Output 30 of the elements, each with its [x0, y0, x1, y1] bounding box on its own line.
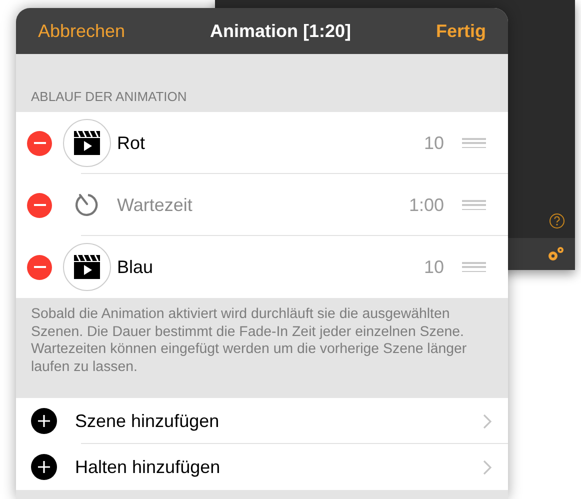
step-name: Rot — [117, 132, 146, 154]
clapperboard-icon — [73, 254, 101, 280]
clapperboard-icon — [73, 130, 101, 156]
add-row[interactable]: Halten hinzufügen — [16, 444, 508, 490]
delete-button[interactable] — [27, 130, 52, 156]
done-button[interactable]: Fertig — [436, 20, 486, 42]
row-label: Szene hinzufügen — [75, 410, 220, 432]
gears-icon[interactable] — [547, 246, 565, 262]
chevron-right-icon — [483, 414, 492, 428]
chevron-right-icon — [483, 460, 492, 474]
reorder-handle[interactable] — [462, 262, 486, 272]
add-row[interactable]: Szene hinzufügen — [16, 398, 508, 444]
step-duration: 10 — [424, 132, 444, 154]
plus-circle-icon — [31, 408, 57, 434]
timer-icon — [74, 192, 100, 218]
delete-button[interactable] — [27, 254, 52, 280]
sheet-title: Animation [1:20] — [210, 20, 352, 42]
reorder-handle[interactable] — [462, 200, 486, 210]
delete-button[interactable] — [27, 192, 52, 218]
step-duration: 1:00 — [408, 194, 444, 216]
section-footer-text: Sobald die Animation aktiviert wird durchläuft sie die ausgewählten Szenen. Die Dauer bestimmt die Fade-In Zeit jeder einzelnen Szene. Wartezeiten können eingefügt werden um die vorherige Szene länger laufen zu lassen. — [30, 305, 468, 376]
step-duration: 10 — [424, 256, 444, 278]
plus-circle-icon — [31, 454, 57, 480]
row-label: Halten hinzufügen — [75, 456, 222, 478]
section-header: ABLAUF DER ANIMATION — [30, 88, 188, 106]
reorder-handle[interactable] — [462, 138, 486, 148]
cancel-button[interactable]: Abbrechen — [38, 20, 126, 42]
step-name: Blau — [117, 256, 154, 278]
help-icon[interactable] — [549, 213, 565, 229]
step-name: Wartezeit — [117, 194, 194, 216]
